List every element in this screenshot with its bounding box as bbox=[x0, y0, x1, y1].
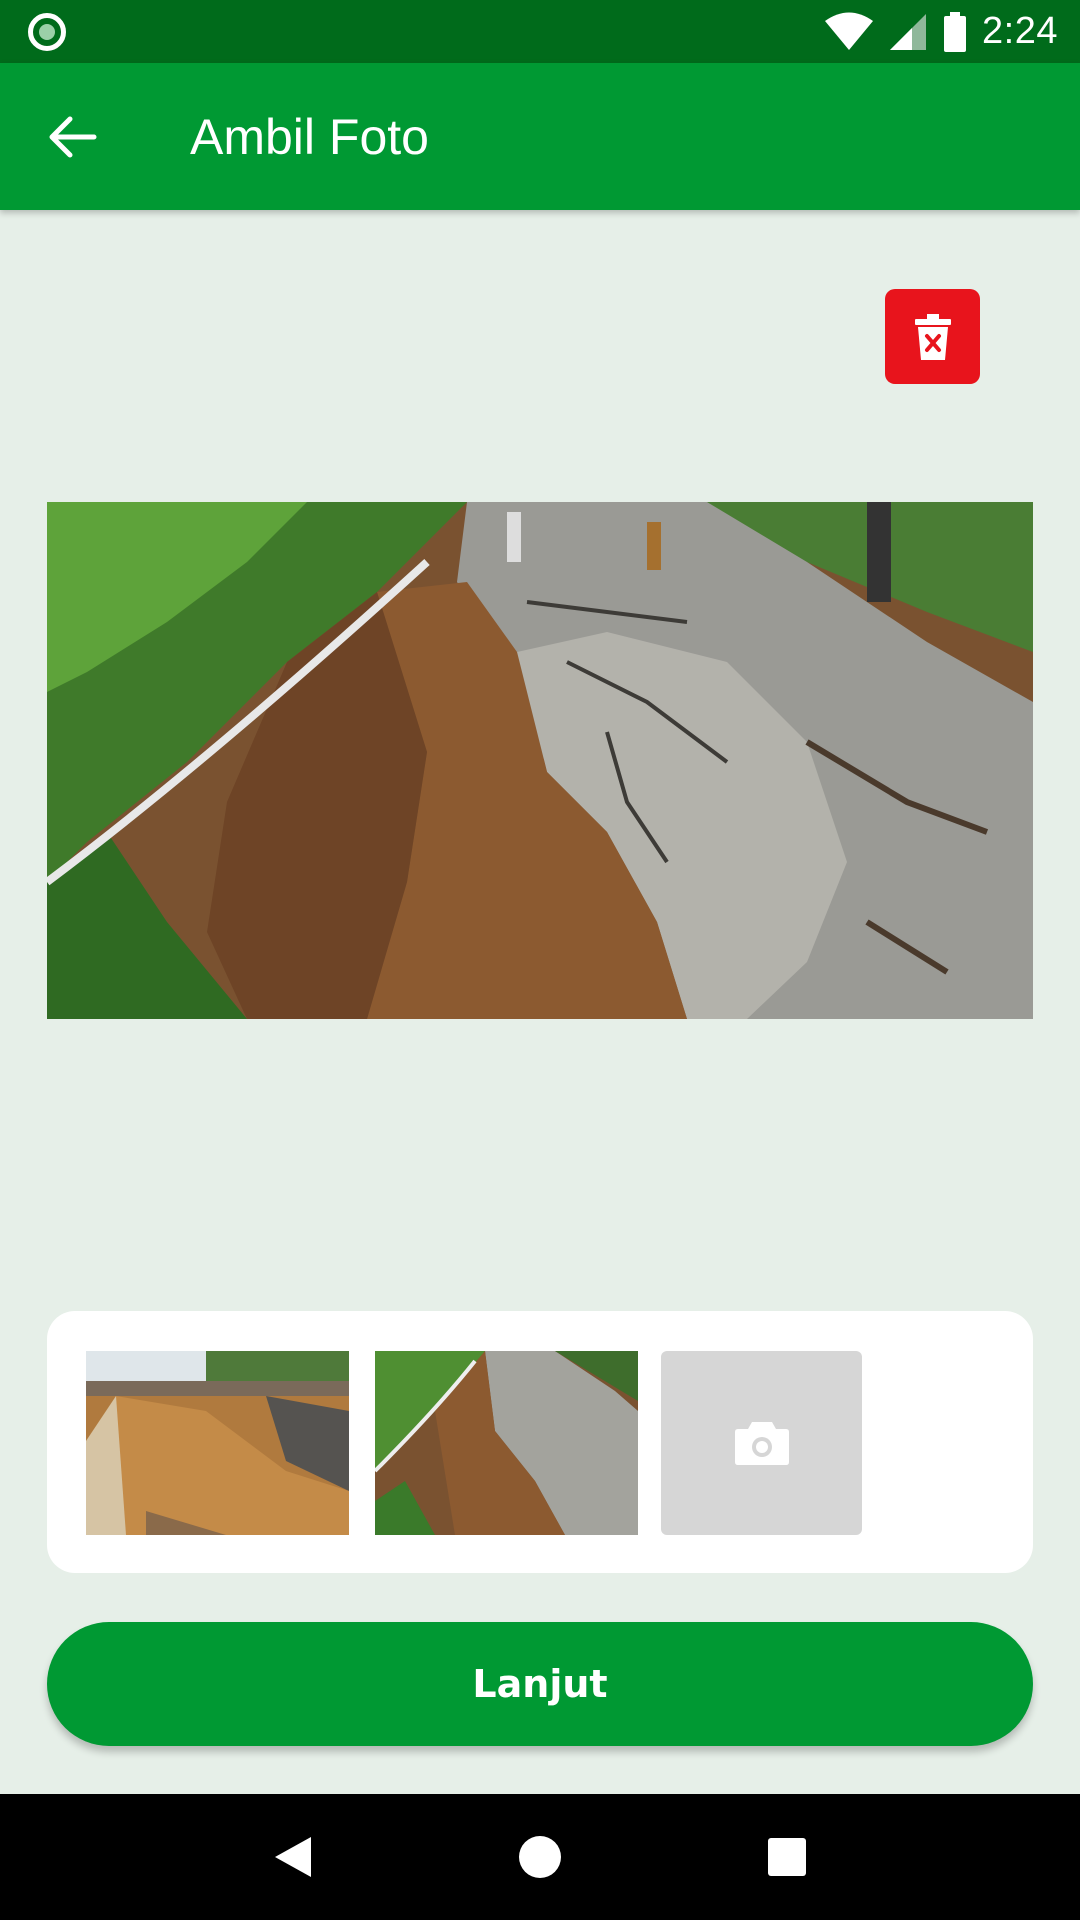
trash-x-icon bbox=[914, 313, 951, 360]
back-triangle-icon bbox=[275, 1837, 312, 1877]
arrow-left-icon bbox=[49, 116, 97, 157]
main-photo-preview bbox=[47, 502, 1033, 1019]
status-right: 2:24 bbox=[824, 10, 1058, 53]
nav-back-button[interactable] bbox=[253, 1817, 333, 1897]
status-bar: 2:24 bbox=[0, 0, 1080, 63]
notification-dot-icon bbox=[28, 12, 66, 51]
status-time: 2:24 bbox=[982, 10, 1058, 52]
recents-square-icon bbox=[767, 1838, 806, 1876]
thumbnail-card bbox=[47, 1311, 1033, 1573]
thumbnail-photo-1[interactable] bbox=[86, 1351, 349, 1535]
home-circle-icon bbox=[518, 1836, 561, 1878]
battery-icon bbox=[944, 11, 967, 52]
nav-recents-button[interactable] bbox=[747, 1817, 827, 1897]
next-button[interactable]: Lanjut bbox=[47, 1622, 1033, 1746]
delete-photo-button[interactable] bbox=[885, 289, 980, 384]
wifi-icon bbox=[825, 12, 874, 50]
add-photo-button[interactable] bbox=[661, 1351, 862, 1535]
app-bar: Ambil Foto bbox=[0, 63, 1080, 210]
camera-icon bbox=[734, 1422, 789, 1465]
back-button[interactable] bbox=[18, 82, 128, 192]
thumbnail-photo-2[interactable] bbox=[375, 1351, 638, 1535]
page-title: Ambil Foto bbox=[190, 108, 429, 165]
signal-icon bbox=[890, 13, 927, 50]
system-nav-bar bbox=[0, 1794, 1080, 1920]
nav-home-button[interactable] bbox=[500, 1817, 580, 1897]
status-left bbox=[28, 12, 66, 51]
